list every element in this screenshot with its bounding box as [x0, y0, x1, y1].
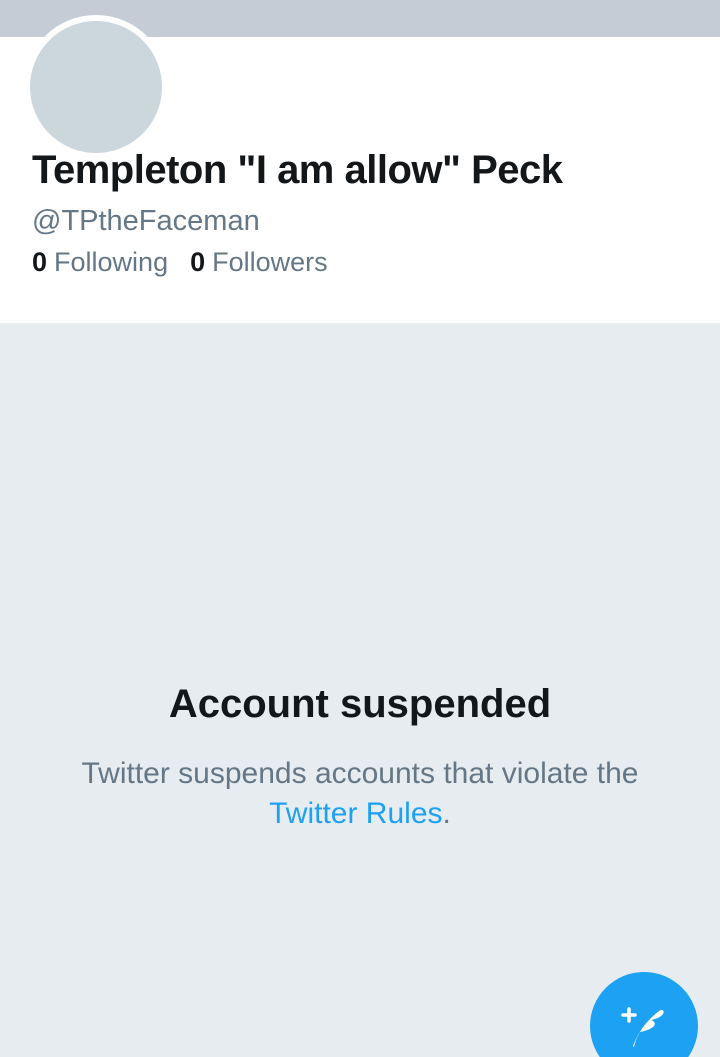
followers-stat[interactable]: 0 Followers — [190, 247, 328, 278]
suspension-message-period: . — [442, 797, 451, 830]
suspension-notice: Account suspended Twitter suspends accou… — [0, 680, 720, 834]
followers-label: Followers — [212, 247, 328, 277]
following-count: 0 — [32, 247, 48, 277]
followers-count: 0 — [190, 247, 206, 277]
profile-header: Templeton "I am allow" Peck @TPtheFacema… — [0, 15, 720, 323]
profile-page: Templeton "I am allow" Peck @TPtheFacema… — [0, 0, 720, 1057]
suspension-message: Twitter suspends accounts that violate t… — [50, 754, 670, 834]
display-name: Templeton "I am allow" Peck — [32, 148, 563, 192]
suspension-title: Account suspended — [168, 682, 552, 726]
follow-stats: 0 Following 0 Followers — [32, 247, 328, 278]
following-label: Following — [54, 247, 169, 277]
compose-tweet-button[interactable] — [590, 972, 698, 1057]
following-stat[interactable]: 0 Following — [32, 247, 168, 278]
twitter-rules-link[interactable]: Twitter Rules — [269, 797, 442, 830]
username-handle: @TPtheFaceman — [32, 205, 260, 237]
compose-tweet-icon — [621, 1007, 664, 1047]
suspension-message-text: Twitter suspends accounts that violate t… — [81, 757, 639, 790]
avatar[interactable] — [24, 15, 168, 159]
